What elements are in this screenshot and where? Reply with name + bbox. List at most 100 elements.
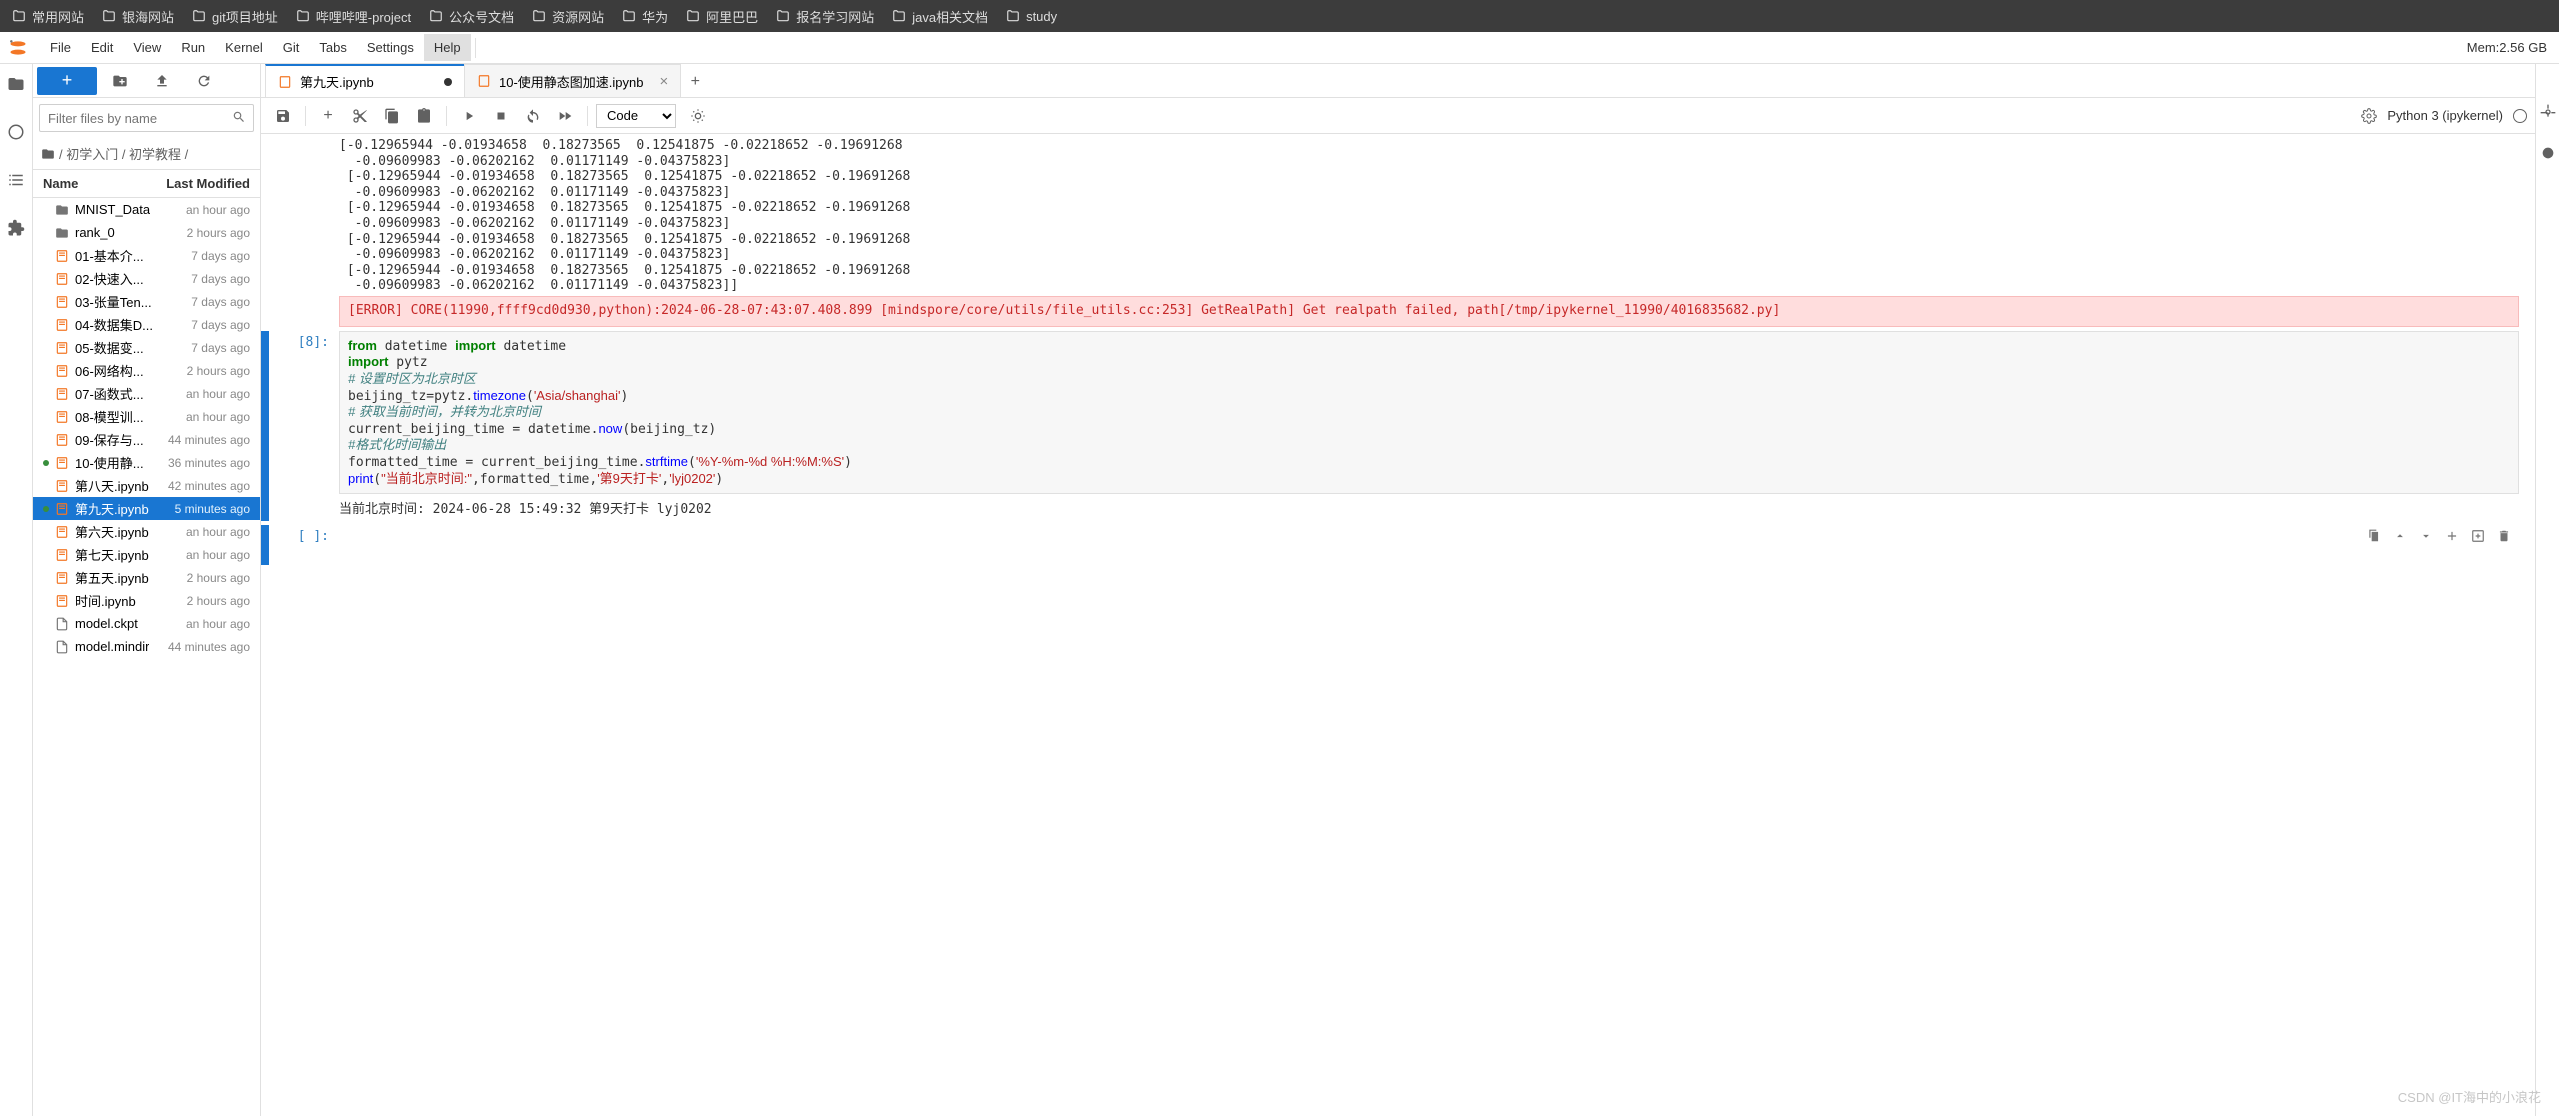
dirty-indicator-icon (444, 78, 452, 86)
kernel-name[interactable]: Python 3 (ipykernel) (2387, 108, 2527, 123)
kernel-status-icon (2513, 109, 2527, 123)
menu-edit[interactable]: Edit (81, 34, 123, 61)
stdout-output: 当前北京时间: 2024-06-28 15:49:32 第9天打卡 lyj020… (339, 494, 2519, 521)
move-up-icon[interactable] (2391, 527, 2409, 545)
run-button[interactable] (455, 102, 483, 130)
file-row[interactable]: 第九天.ipynb5 minutes ago (33, 497, 260, 520)
close-icon[interactable]: × (659, 73, 668, 90)
file-row[interactable]: 02-快速入...7 days ago (33, 267, 260, 290)
extensions-icon[interactable] (4, 216, 28, 240)
column-modified[interactable]: Last Modified (166, 176, 250, 191)
move-down-icon[interactable] (2417, 527, 2435, 545)
upload-button[interactable] (143, 67, 181, 95)
bookmark-item[interactable]: 银海网站 (102, 7, 174, 26)
file-browser-icon[interactable] (4, 72, 28, 96)
menu-run[interactable]: Run (171, 34, 215, 61)
code-cell[interactable]: [8]: from datetime import datetime impor… (261, 329, 2535, 523)
menu-help[interactable]: Help (424, 34, 471, 61)
input-prompt: [8]: (269, 331, 339, 521)
insert-above-icon[interactable] (2443, 527, 2461, 545)
lsp-status-icon[interactable] (684, 102, 712, 130)
tab[interactable]: 10-使用静态图加速.ipynb× (464, 64, 681, 97)
file-row[interactable]: 第八天.ipynb42 minutes ago (33, 474, 260, 497)
bookmark-item[interactable]: 哔哩哔哩-project (296, 7, 411, 26)
new-tab-button[interactable]: + (680, 67, 710, 97)
menu-settings[interactable]: Settings (357, 34, 424, 61)
watermark-text: CSDN @IT海中的小浪花 (2398, 1087, 2541, 1106)
file-row[interactable]: 07-函数式...an hour ago (33, 382, 260, 405)
delete-cell-icon[interactable] (2495, 527, 2513, 545)
property-inspector-icon[interactable] (2540, 104, 2556, 125)
bookmark-item[interactable]: 阿里巴巴 (686, 7, 758, 26)
file-row[interactable]: 第五天.ipynb2 hours ago (33, 566, 260, 589)
file-row[interactable]: rank_02 hours ago (33, 221, 260, 244)
debugger-icon[interactable] (2540, 145, 2556, 166)
file-row[interactable]: 09-保存与...44 minutes ago (33, 428, 260, 451)
insert-below-icon[interactable] (2469, 527, 2487, 545)
breadcrumb[interactable]: / 初学入门 / 初学教程 / (33, 138, 260, 170)
file-row[interactable]: MNIST_Dataan hour ago (33, 198, 260, 221)
file-list: MNIST_Dataan hour agorank_02 hours ago01… (33, 198, 260, 1116)
menu-tabs[interactable]: Tabs (309, 34, 356, 61)
file-row[interactable]: 第七天.ipynban hour ago (33, 543, 260, 566)
bookmark-item[interactable]: study (1006, 9, 1057, 24)
refresh-button[interactable] (185, 67, 223, 95)
new-launcher-button[interactable]: + (37, 67, 97, 95)
menu-view[interactable]: View (123, 34, 171, 61)
jupyter-logo-icon (8, 38, 28, 58)
menu-kernel[interactable]: Kernel (215, 34, 273, 61)
file-row[interactable]: 第六天.ipynban hour ago (33, 520, 260, 543)
stop-button[interactable] (487, 102, 515, 130)
file-row[interactable]: 06-网络构...2 hours ago (33, 359, 260, 382)
jupyter-menubar: FileEditViewRunKernelGitTabsSettingsHelp… (0, 32, 2559, 64)
file-row[interactable]: 10-使用静...36 minutes ago (33, 451, 260, 474)
browser-bookmarks-bar: 常用网站银海网站 git项目地址哔哩哔哩-project 公众号文档资源网站华为阿里… (0, 0, 2559, 32)
toc-icon[interactable] (4, 168, 28, 192)
copy-button[interactable] (378, 102, 406, 130)
file-row[interactable]: model.mindir44 minutes ago (33, 635, 260, 658)
new-folder-button[interactable] (101, 67, 139, 95)
code-editor[interactable]: from datetime import datetime import pyt… (339, 331, 2519, 494)
kernel-settings-icon[interactable] (2355, 102, 2383, 130)
notebook-toolbar: + Code Python 3 (ipykernel) (261, 98, 2535, 134)
bookmark-item[interactable]: 资源网站 (532, 7, 604, 26)
file-row[interactable]: 04-数据集D...7 days ago (33, 313, 260, 336)
running-indicator-icon (43, 460, 49, 466)
tab[interactable]: 第九天.ipynb (265, 64, 465, 97)
insert-cell-button[interactable]: + (314, 102, 342, 130)
menu-file[interactable]: File (40, 34, 81, 61)
bookmark-item[interactable]: 公众号文档 (429, 7, 514, 26)
memory-indicator: Mem:2.56 GB (2467, 40, 2559, 55)
paste-button[interactable] (410, 102, 438, 130)
empty-code-cell[interactable]: [ ]: (261, 523, 2535, 567)
column-name[interactable]: Name (43, 176, 78, 191)
error-output: [ERROR] CORE(11990,ffff9cd0d930,python):… (339, 296, 2519, 327)
notebook-panel: 第九天.ipynb10-使用静态图加速.ipynb×+ + Code Pytho… (261, 64, 2535, 1116)
file-row[interactable]: 03-张量Ten...7 days ago (33, 290, 260, 313)
restart-run-all-button[interactable] (551, 102, 579, 130)
file-row[interactable]: model.ckptan hour ago (33, 612, 260, 635)
bookmark-item[interactable]: java相关文档 (892, 7, 988, 26)
file-row[interactable]: 01-基本介...7 days ago (33, 244, 260, 267)
bookmark-item[interactable]: git项目地址 (192, 7, 278, 26)
output-cell: [-0.12965944 -0.01934658 0.18273565 0.12… (261, 134, 2535, 329)
filter-input[interactable] (39, 104, 254, 132)
cut-button[interactable] (346, 102, 374, 130)
bookmark-item[interactable]: 华为 (622, 7, 668, 26)
bookmark-item[interactable]: 常用网站 (12, 7, 84, 26)
save-button[interactable] (269, 102, 297, 130)
input-prompt: [ ]: (269, 525, 339, 565)
menu-git[interactable]: Git (273, 34, 310, 61)
file-row[interactable]: 08-模型训...an hour ago (33, 405, 260, 428)
cell-type-select[interactable]: Code (596, 104, 676, 128)
running-indicator-icon (43, 506, 49, 512)
duplicate-cell-icon[interactable] (2365, 527, 2383, 545)
restart-button[interactable] (519, 102, 547, 130)
bookmark-item[interactable]: 报名学习网站 (776, 7, 874, 26)
file-row[interactable]: 时间.ipynb2 hours ago (33, 589, 260, 612)
search-icon (232, 110, 246, 129)
tab-bar: 第九天.ipynb10-使用静态图加速.ipynb×+ (261, 64, 2535, 98)
right-sidebar (2535, 64, 2559, 1116)
terminals-icon[interactable] (4, 120, 28, 144)
file-row[interactable]: 05-数据变...7 days ago (33, 336, 260, 359)
